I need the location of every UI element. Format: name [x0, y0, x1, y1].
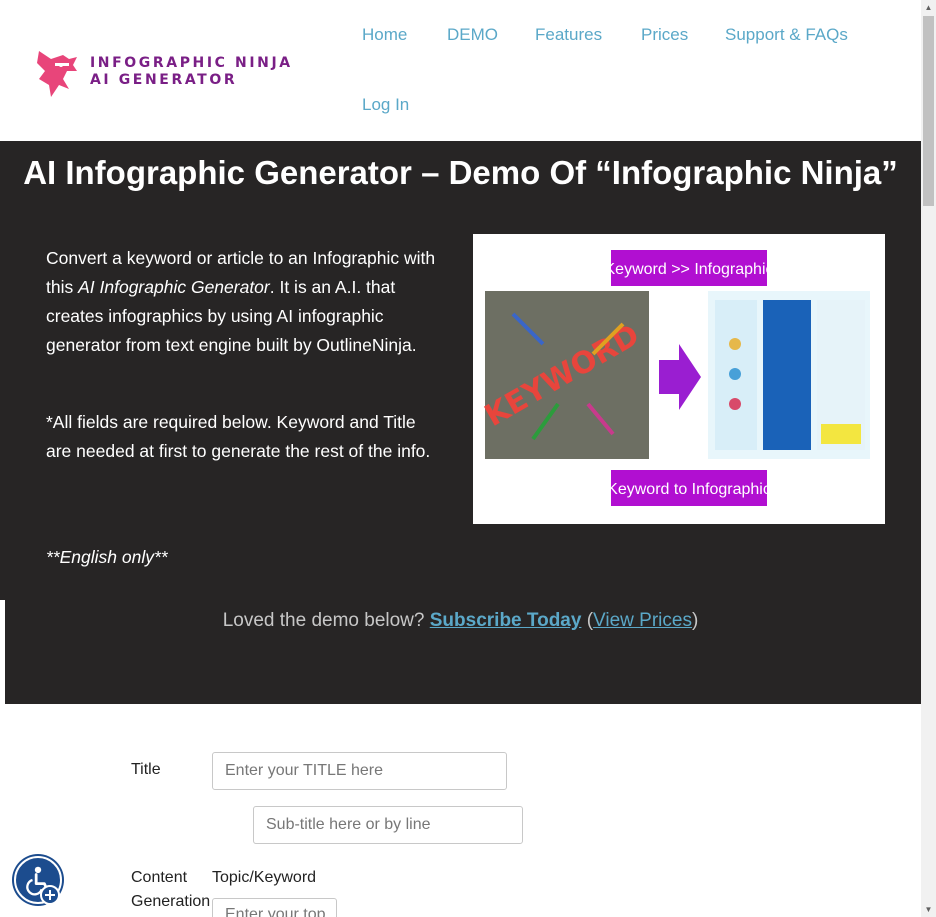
- subscribe-callout: Loved the demo below? Subscribe Today (V…: [222, 610, 699, 631]
- nav-demo[interactable]: DEMO: [447, 25, 498, 45]
- hero-intro: Convert a keyword or article to an Infog…: [46, 248, 436, 355]
- topic-keyword-label: Topic/Keyword: [212, 869, 317, 886]
- nav-prices[interactable]: Prices: [641, 25, 688, 45]
- image-bottom-label: Keyword to Infographic: [607, 481, 771, 498]
- nav-home[interactable]: Home: [362, 25, 407, 45]
- logo-text-line1: INFOGRAPHIC NINJA: [90, 55, 293, 71]
- scroll-down-arrow-icon[interactable]: ▼: [921, 902, 936, 917]
- hero-illustration: Keyword >> Infographic KEYWORD Keyword t…: [473, 234, 885, 524]
- page-title: AI Infographic Generator – Demo Of “Info…: [23, 154, 898, 191]
- page-scrollbar[interactable]: ▲ ▼: [921, 0, 936, 917]
- required-note: *All fields are required below. Keyword …: [46, 412, 431, 461]
- logo-text-line2: AI GENERATOR: [90, 72, 238, 88]
- nav-log-in[interactable]: Log In: [362, 95, 409, 115]
- ninja-logo-icon: [37, 51, 77, 97]
- image-top-label: Keyword >> Infographic: [605, 261, 774, 278]
- subscribe-today-link[interactable]: Subscribe Today: [430, 610, 582, 631]
- site-logo[interactable]: INFOGRAPHIC NINJA AI GENERATOR: [33, 44, 295, 100]
- hero-intro-italic: AI Infographic Generator: [78, 277, 270, 297]
- scroll-up-arrow-icon[interactable]: ▲: [921, 0, 936, 15]
- scrollbar-thumb[interactable]: [923, 16, 934, 206]
- content-generation-label: Content Generation: [131, 869, 211, 910]
- english-only-note: **English only**: [46, 547, 168, 567]
- nav-support-faqs[interactable]: Support & FAQs: [725, 25, 848, 45]
- subtitle-input[interactable]: Sub-title here or by line: [253, 806, 523, 844]
- title-label: Title: [131, 761, 161, 778]
- accessibility-plus-icon[interactable]: [40, 885, 60, 905]
- topic-keyword-input[interactable]: Enter your top: [212, 898, 337, 917]
- nav-features[interactable]: Features: [535, 25, 602, 45]
- view-prices-link[interactable]: View Prices: [593, 610, 692, 631]
- title-input[interactable]: Enter your TITLE here: [212, 752, 507, 790]
- site-header: INFOGRAPHIC NINJA AI GENERATOR Home DEMO…: [0, 0, 921, 141]
